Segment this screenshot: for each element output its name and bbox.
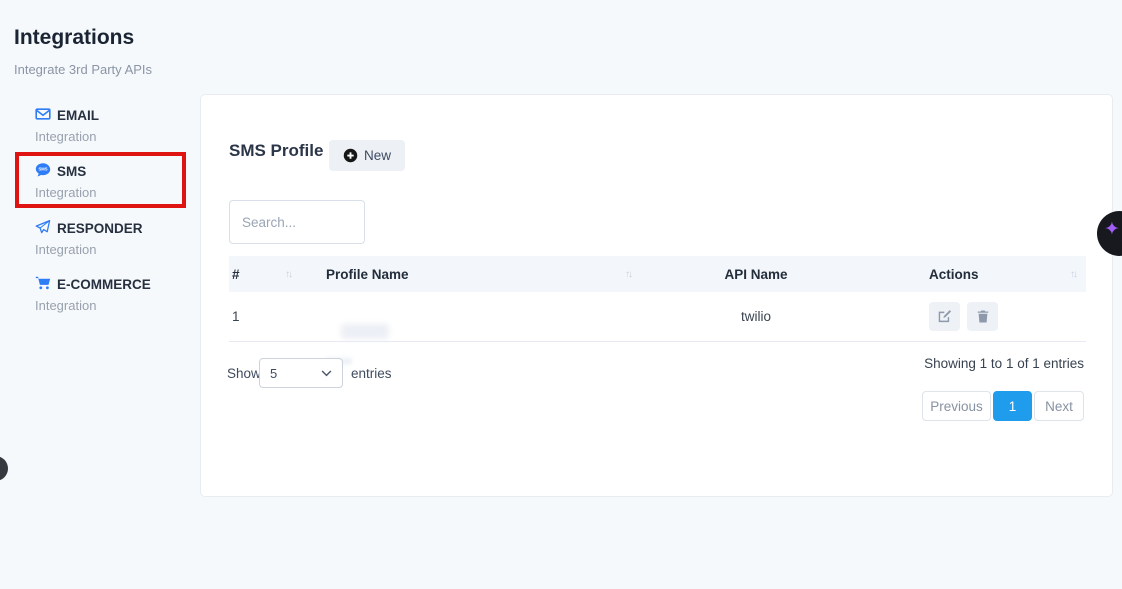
delete-button[interactable] xyxy=(967,302,998,331)
plus-circle-icon xyxy=(343,148,358,163)
svg-text:SMS: SMS xyxy=(38,167,47,172)
entries-select[interactable]: 5 xyxy=(259,358,343,388)
column-header-index[interactable]: # ↑↓ xyxy=(229,267,301,282)
column-header-actions[interactable]: Actions ↑↓ xyxy=(871,267,1086,282)
page-title: Integrations xyxy=(14,26,134,50)
edit-button[interactable] xyxy=(929,302,960,331)
sms-chat-icon: SMS xyxy=(35,162,51,181)
sidebar-item-label: EMAIL xyxy=(57,108,99,123)
sidebar-item-sublabel: Integration xyxy=(35,242,195,257)
sidebar-item-label: SMS xyxy=(57,164,86,179)
shopping-cart-icon xyxy=(35,275,51,294)
cell-index: 1 xyxy=(229,309,301,324)
next-page-button[interactable]: Next xyxy=(1034,391,1084,421)
sms-profile-panel: SMS Profile New # ↑↓ Profile Name ↑↓ API… xyxy=(200,94,1113,497)
cell-api-name: twilio xyxy=(641,309,871,324)
table-header-row: # ↑↓ Profile Name ↑↓ API Name Actions ↑↓ xyxy=(229,256,1086,292)
panel-title: SMS Profile xyxy=(229,141,323,161)
entries-label: entries xyxy=(351,366,392,381)
sidebar-item-sublabel: Integration xyxy=(35,298,195,313)
show-label: Show xyxy=(227,366,261,381)
sidebar-item-responder[interactable]: RESPONDER Integration xyxy=(35,219,195,257)
redacted-profile-name xyxy=(341,324,389,339)
sidebar-item-label: RESPONDER xyxy=(57,221,143,236)
sort-icon: ↑↓ xyxy=(625,269,641,280)
new-button[interactable]: New xyxy=(329,140,405,171)
sidebar-item-label: E-COMMERCE xyxy=(57,277,151,292)
table-row: 1 twilio xyxy=(229,292,1086,342)
search-input[interactable] xyxy=(229,200,365,244)
edit-icon xyxy=(937,309,952,324)
previous-page-button[interactable]: Previous xyxy=(922,391,991,421)
sort-icon: ↑↓ xyxy=(1070,269,1086,280)
new-button-label: New xyxy=(364,148,391,163)
sidebar-item-ecommerce[interactable]: E-COMMERCE Integration xyxy=(35,275,195,313)
sparkle-icon: ✦ xyxy=(1104,220,1120,239)
column-header-api-name[interactable]: API Name xyxy=(641,267,871,282)
chevron-down-icon xyxy=(321,370,332,377)
paper-plane-icon xyxy=(35,219,51,238)
sidebar-item-sublabel: Integration xyxy=(35,185,195,200)
envelope-icon xyxy=(35,106,51,125)
pagination: Previous 1 Next xyxy=(922,391,1084,421)
table-info: Showing 1 to 1 of 1 entries xyxy=(924,356,1084,371)
sidebar-item-email[interactable]: EMAIL Integration xyxy=(35,106,195,144)
sort-icon: ↑↓ xyxy=(285,269,301,280)
trash-icon xyxy=(976,309,990,324)
page-subtitle: Integrate 3rd Party APIs xyxy=(14,62,152,77)
sidebar-item-sms[interactable]: SMS SMS Integration xyxy=(35,162,195,200)
cell-actions xyxy=(871,302,1086,331)
sidebar-item-sublabel: Integration xyxy=(35,129,195,144)
left-edge-widget[interactable] xyxy=(0,456,8,481)
current-page-button[interactable]: 1 xyxy=(993,391,1032,421)
entries-select-value: 5 xyxy=(270,366,277,381)
column-header-profile-name[interactable]: Profile Name ↑↓ xyxy=(301,267,641,282)
